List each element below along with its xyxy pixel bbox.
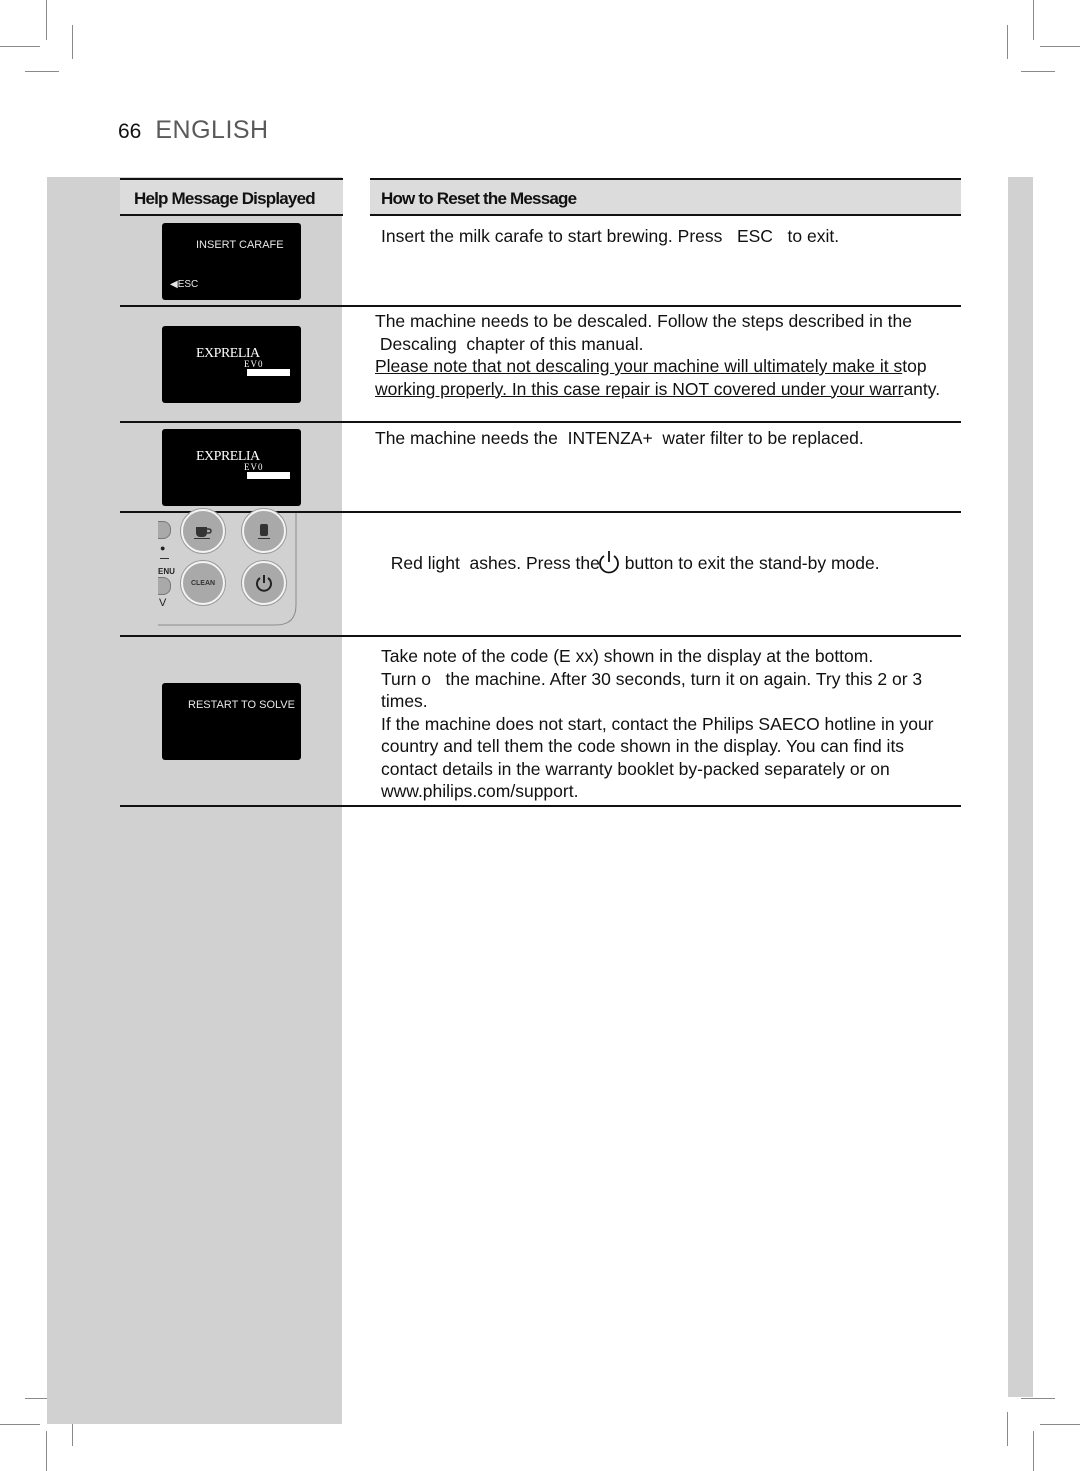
- crop-mark: [1040, 1424, 1080, 1425]
- down-label: V: [159, 597, 167, 609]
- cappuccino-button[interactable]: [181, 509, 225, 553]
- crop-mark: [1021, 71, 1055, 72]
- column-header-right: How to Reset the Message: [370, 178, 961, 216]
- warning-line: working properly. In this case repair is…: [375, 378, 941, 399]
- aroma-icon: ● —: [160, 543, 169, 563]
- display-descale: EXPRELIA EV0: [162, 326, 301, 403]
- arrow-left-icon: ◀: [170, 279, 178, 290]
- row-divider: [120, 305, 961, 307]
- exprelia-logo: EXPRELIA EV0: [196, 346, 264, 369]
- row-3-instructions: The machine needs the INTENZA+ water fil…: [375, 427, 864, 450]
- display-esc: ◀ESC: [170, 279, 199, 290]
- milk-button[interactable]: [242, 509, 286, 553]
- cup-icon: [194, 527, 212, 539]
- crop-mark: [0, 46, 40, 47]
- crop-mark: [1033, 0, 1034, 40]
- display-message: RESTART TO SOLVE: [188, 699, 295, 711]
- power-icon: [599, 550, 619, 574]
- exprelia-logo: EXPRELIA EV0: [196, 449, 264, 472]
- instruction-line: The machine needs to be descaled. Follow…: [375, 311, 912, 331]
- instruction-line: If the machine does not start, contact t…: [381, 713, 934, 734]
- row-divider: [120, 635, 961, 637]
- warning-line: Please note that not descaling your mach…: [375, 356, 927, 376]
- display-message: INSERT CARAFE: [196, 239, 284, 251]
- column-header-right-label: How to Reset the Message: [381, 189, 577, 208]
- clean-icon: CLEAN: [190, 579, 216, 587]
- instruction-line: Turn o the machine. After 30 seconds, tu…: [381, 668, 923, 689]
- milk-carafe-icon: [258, 524, 270, 539]
- row-divider: [120, 805, 961, 807]
- display-bar: [247, 369, 290, 376]
- row-2-instructions: The machine needs to be descaled. Follow…: [375, 310, 940, 400]
- right-margin-tab: [1008, 177, 1033, 1397]
- crop-mark: [1040, 46, 1080, 47]
- row-4-instructions: Red light ashes. Press the button to exi…: [381, 529, 880, 575]
- row-1-instructions: Insert the milk carafe to start brewing.…: [381, 225, 839, 248]
- page-language: ENGLISH: [155, 116, 269, 144]
- power-icon: [256, 575, 272, 592]
- control-panel: ● — ENU V CLEAN: [158, 509, 297, 628]
- crop-mark: [46, 1431, 47, 1471]
- column-header-left: Help Message Displayed: [120, 178, 343, 216]
- crop-mark: [72, 25, 73, 59]
- column-header-left-label: Help Message Displayed: [134, 189, 316, 208]
- instruction-line: times.: [381, 691, 428, 711]
- crop-mark: [1021, 1398, 1055, 1399]
- crop-mark: [1033, 1431, 1034, 1471]
- display-filter: EXPRELIA EV0: [162, 429, 301, 506]
- crop-mark: [46, 0, 47, 40]
- display-restart: RESTART TO SOLVE: [162, 683, 301, 760]
- instruction-line: Insert the milk carafe to start brewing.…: [381, 226, 840, 246]
- crop-mark: [25, 71, 59, 72]
- instruction-line: Take note of the code (E xx) shown in th…: [381, 646, 874, 666]
- display-bar: [247, 472, 290, 479]
- power-button[interactable]: [242, 561, 286, 605]
- instruction-line: contact details in the warranty booklet …: [381, 758, 890, 779]
- clean-button[interactable]: CLEAN: [181, 561, 225, 605]
- page-header: 66 ENGLISH: [118, 116, 269, 145]
- row-5-instructions: Take note of the code (E xx) shown in th…: [381, 645, 934, 803]
- row-divider: [120, 421, 961, 423]
- instruction-line: The machine needs the INTENZA+ water fil…: [375, 428, 864, 448]
- instruction-line: country and tell them the code shown in …: [381, 736, 905, 756]
- instruction-line: Descaling chapter of this manual.: [375, 333, 644, 354]
- menu-label: ENU: [158, 567, 175, 576]
- display-insert-carafe: INSERT CARAFE ◀ESC: [162, 223, 301, 300]
- page-number: 66: [118, 120, 142, 143]
- crop-mark: [1007, 25, 1008, 59]
- support-link[interactable]: www.philips.com/support.: [381, 780, 934, 803]
- crop-mark: [1007, 1412, 1008, 1446]
- crop-mark: [0, 1424, 40, 1425]
